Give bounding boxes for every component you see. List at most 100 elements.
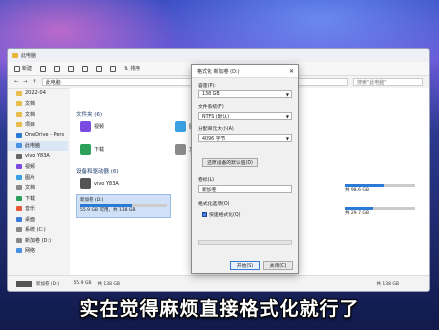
drive-d-tile[interactable]: 新加卷 (D:) 55.9 GB 可用，共 138 GB	[76, 194, 171, 218]
music-icon	[16, 206, 22, 212]
filesystem-value: NTFS (默认)	[202, 114, 230, 120]
close-button[interactable]: 关闭(C)	[263, 261, 293, 270]
volume-label-value: 新加卷	[202, 187, 217, 193]
back-icon[interactable]: ←	[14, 79, 18, 85]
copy-icon[interactable]	[54, 65, 61, 72]
document-folder-icon	[175, 144, 186, 155]
address-text: 此电脑	[45, 79, 61, 86]
filesystem-select[interactable]: NTFS (默认) ▼	[198, 112, 292, 120]
drive-size: 55.9 GB 可用，共 138 GB	[80, 208, 136, 213]
sidebar-label: vivo Y83A	[25, 153, 50, 160]
sidebar-item[interactable]: 文档	[8, 99, 68, 110]
format-progress-bar	[198, 240, 292, 245]
allocation-label: 分配单元大小(A)	[198, 127, 234, 132]
cut-icon[interactable]	[40, 65, 47, 72]
details-bar: 新加卷 (D:) 55.9 GB 共 138 GB 共 138 GB	[8, 275, 429, 291]
sidebar-label: 2022-04	[25, 90, 46, 97]
restore-defaults-button[interactable]: 还原设备的默认值(D)	[202, 158, 258, 167]
navigation-pane: 2022-04 文档 文档 项目 OneDrive - Pers 此电脑 viv…	[8, 88, 68, 278]
document-icon	[16, 185, 22, 191]
picture-folder-icon	[175, 121, 186, 132]
close-icon[interactable]: ✕	[289, 68, 294, 75]
folder-icon	[12, 53, 18, 58]
sidebar-item-onedrive[interactable]: OneDrive - Pers	[8, 130, 68, 141]
sidebar-label: 音乐	[25, 206, 36, 213]
sidebar-item[interactable]: vivo Y83A	[8, 151, 68, 162]
drive-icon	[16, 280, 32, 287]
sidebar-item[interactable]: 视频	[8, 162, 68, 173]
desktop-icon	[16, 216, 22, 222]
device-label: vivo Y83A	[94, 180, 119, 187]
sidebar-item[interactable]: 系统 (C:)	[8, 225, 68, 236]
delete-icon[interactable]	[110, 65, 117, 72]
allocation-value: 4096 字节	[202, 136, 226, 142]
drive-tile-right-2[interactable]: 共 29.7 GB	[345, 206, 415, 216]
devices-section-header[interactable]: 设备和驱动器 (6)	[76, 167, 119, 175]
up-icon[interactable]: ↑	[32, 79, 36, 85]
sidebar-label: 系统 (C:)	[25, 227, 46, 234]
sidebar-label: 下载	[25, 195, 36, 202]
paste-icon[interactable]	[68, 65, 75, 72]
folder-tile-downloads[interactable]: 下载	[80, 144, 104, 155]
sidebar-label: 文档	[25, 185, 36, 192]
dialog-titlebar: 格式化 新加卷 (D:) ✕	[192, 65, 298, 78]
folder-label: 视频	[94, 124, 105, 130]
sidebar-item[interactable]: 文档	[8, 183, 68, 194]
folder-icon	[16, 122, 22, 128]
device-phone[interactable]: vivo Y83A	[80, 178, 119, 189]
status-right-size: 共 138 GB	[376, 281, 399, 287]
format-options-label: 格式化选项(O)	[198, 202, 230, 207]
picture-icon	[16, 174, 22, 180]
computer-icon	[16, 143, 22, 149]
dialog-title: 格式化 新加卷 (D:)	[197, 68, 240, 75]
search-input[interactable]: 搜索"此电脑"	[353, 78, 423, 86]
filesystem-label: 文件系统(F)	[198, 105, 224, 110]
quick-format-label: 快速格式化(Q)	[209, 213, 241, 218]
download-folder-icon	[80, 144, 91, 155]
forward-icon[interactable]: →	[23, 79, 27, 85]
allocation-select[interactable]: 4096 字节 ▼	[198, 134, 292, 142]
sidebar-item[interactable]: 图片	[8, 172, 68, 183]
start-button[interactable]: 开始(S)	[230, 261, 260, 270]
folder-label: 下载	[94, 147, 105, 153]
folder-tile-videos[interactable]: 视频	[80, 121, 104, 132]
sidebar-label: 视频	[25, 164, 36, 171]
drive-label: 新加卷 (D:)	[80, 198, 104, 203]
chevron-down-icon: ▼	[285, 135, 289, 141]
phone-icon	[16, 153, 22, 159]
sort-button[interactable]: ⇅ 排序	[124, 65, 140, 73]
new-label: 新建	[22, 66, 33, 72]
chevron-down-icon: ▼	[285, 91, 289, 97]
network-icon	[16, 248, 22, 254]
video-icon	[16, 164, 22, 170]
rename-icon[interactable]	[82, 65, 89, 72]
sidebar-item[interactable]: 下载	[8, 193, 68, 204]
share-icon[interactable]	[96, 65, 103, 72]
capacity-label: 容量(P):	[198, 84, 216, 89]
capacity-select[interactable]: 138 GB ▼	[198, 90, 292, 98]
sidebar-item[interactable]: 文档	[8, 109, 68, 120]
folders-section-header[interactable]: 文件夹 (6)	[76, 110, 102, 118]
sidebar-label: 桌面	[25, 216, 36, 223]
drive-size: 共 29.7 GB	[345, 211, 369, 216]
sidebar-label: 文档	[25, 101, 36, 108]
video-subtitle: 实在觉得麻烦直接格式化就行了	[79, 298, 360, 320]
sidebar-label: 图片	[25, 174, 36, 181]
drive-tile-right-1[interactable]: 共 98.6 GB	[345, 183, 415, 193]
status-drive-label: 新加卷 (D:)	[36, 281, 60, 287]
sidebar-item[interactable]: 桌面	[8, 214, 68, 225]
sidebar-item[interactable]: 2022-04	[8, 88, 68, 99]
search-placeholder: 搜索"此电脑"	[357, 79, 387, 86]
drive-size: 共 98.6 GB	[345, 188, 369, 193]
sidebar-item[interactable]: 音乐	[8, 204, 68, 215]
status-drive-total: 共 138 GB	[97, 281, 120, 287]
sidebar-item[interactable]: 新加卷 (D:)	[8, 235, 68, 246]
new-button[interactable]: 新建	[14, 65, 32, 72]
quick-format-checkbox[interactable]: ✓ 快速格式化(Q)	[202, 211, 241, 218]
sidebar-item[interactable]: 网络	[8, 246, 68, 257]
sidebar-item[interactable]: 项目	[8, 120, 68, 131]
drive-icon	[16, 227, 22, 233]
format-dialog: 格式化 新加卷 (D:) ✕ 容量(P): 138 GB ▼ 文件系统(F) NT…	[191, 64, 299, 274]
volume-label-input[interactable]: 新加卷	[198, 185, 292, 193]
sidebar-item-this-pc[interactable]: 此电脑	[8, 140, 68, 151]
